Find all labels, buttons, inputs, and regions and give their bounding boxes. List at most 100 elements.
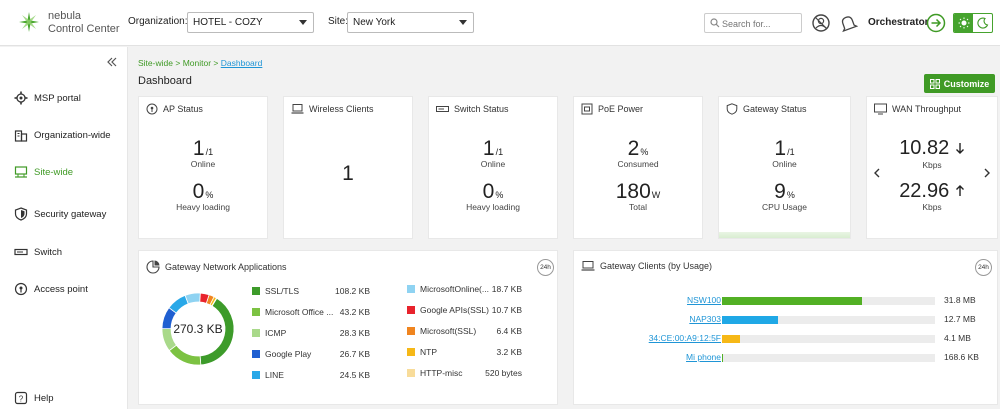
legend-item[interactable]: Google Play 26.7 KB: [252, 349, 400, 359]
nebula-logo-icon: [19, 12, 39, 32]
breadcrumb-dashboard[interactable]: Dashboard: [221, 58, 263, 68]
gateway-cpu: 9%: [719, 180, 850, 204]
breadcrumb-separator: >: [213, 58, 219, 68]
gateway-online-count: 1/1: [719, 137, 850, 161]
donut-segment[interactable]: [168, 344, 202, 366]
site-value: New York: [353, 17, 396, 28]
poe-consumed-value: 2: [627, 137, 640, 160]
help-link[interactable]: ? Help: [14, 391, 54, 405]
legend-item[interactable]: LINE 24.5 KB: [252, 370, 400, 380]
collapse-sidebar-icon[interactable]: [106, 56, 118, 68]
arrow-up-icon: [955, 185, 964, 196]
shield-icon: [726, 103, 738, 115]
sidebar-item-switch[interactable]: Switch: [14, 245, 62, 259]
customize-button[interactable]: Customize: [924, 74, 995, 93]
sidebar-item-security-gateway[interactable]: Security gateway: [14, 207, 106, 221]
legend-item[interactable]: NTP 3.2 KB: [407, 347, 551, 357]
arrow-down-icon: [955, 143, 964, 154]
client-usage-value: 12.7 MB: [944, 314, 976, 324]
timerange-badge[interactable]: 24h: [537, 259, 554, 276]
help-icon: ?: [14, 391, 28, 405]
sidebar-item-access-point[interactable]: Access point: [14, 282, 88, 296]
legend-item[interactable]: HTTP-misc 520 bytes: [407, 368, 551, 378]
legend-swatch: [252, 329, 260, 337]
sidebar-item-label: Switch: [34, 246, 62, 258]
wan-download: 10.82: [867, 137, 997, 160]
gateway-status-card[interactable]: Gateway Status 1/1 Online 9% CPU Usage: [718, 96, 851, 239]
sidebar-item-site-wide[interactable]: Site-wide: [14, 165, 73, 179]
gateway-cpu-unit: %: [786, 190, 795, 200]
legend-value: 24.5 KB: [339, 370, 370, 380]
legend-item[interactable]: Microsoft Office ... 43.2 KB: [252, 307, 400, 317]
wan-upload: 22.96: [867, 180, 997, 203]
breadcrumb-site-wide[interactable]: Site-wide: [138, 58, 173, 68]
ap-online-label: Online: [190, 159, 216, 169]
gateway-cpu-value: 9: [774, 180, 786, 203]
card-title-text: Gateway Clients (by Usage): [600, 261, 713, 271]
donut-segment[interactable]: [184, 292, 201, 305]
light-theme-option[interactable]: [954, 14, 973, 32]
switch-heavy-value: 0: [482, 180, 495, 203]
poe-power-card[interactable]: PoE Power 2% Consumed 180W Total: [573, 96, 703, 239]
ap-online-total: /1: [205, 147, 214, 157]
legend-item[interactable]: MicrosoftOnline(... 18.7 KB: [407, 284, 551, 294]
user-account-icon[interactable]: [811, 13, 831, 33]
sidebar-item-label: MSP portal: [34, 92, 81, 104]
organization-select[interactable]: HOTEL - COZY: [187, 12, 314, 33]
legend-value: 3.2 KB: [496, 347, 522, 357]
orchestrator-label[interactable]: Orchestrator: [868, 17, 929, 28]
client-link[interactable]: Mi phone: [686, 352, 721, 362]
chevron-down-icon: [299, 20, 307, 25]
usage-bar: [722, 297, 935, 305]
site-select[interactable]: New York: [347, 12, 474, 33]
timerange-badge[interactable]: 24h: [975, 259, 992, 276]
poe-consumed-unit: %: [640, 147, 649, 157]
search-input[interactable]: [722, 17, 798, 30]
dark-theme-option[interactable]: [973, 14, 992, 32]
client-row: 34:CE:00:A9:12:5F 4.1 MB: [574, 333, 999, 345]
sidebar-item-msp-portal[interactable]: MSP portal: [14, 91, 81, 105]
legend-value: 18.7 KB: [491, 284, 522, 294]
breadcrumb-monitor[interactable]: Monitor: [183, 58, 211, 68]
legend-item[interactable]: Google APIs(SSL) 10.7 KB: [407, 305, 551, 315]
legend-value: 6.4 KB: [496, 326, 522, 336]
search-box[interactable]: [704, 13, 802, 33]
legend-label: NTP: [420, 347, 437, 357]
usage-bar: [722, 335, 935, 343]
ap-online-count: 1/1: [139, 137, 267, 161]
legend-item[interactable]: Microsoft(SSL) 6.4 KB: [407, 326, 551, 336]
wireless-clients-card[interactable]: Wireless Clients 1: [283, 96, 413, 239]
organization-value: HOTEL - COZY: [193, 17, 263, 28]
gear-icon: [14, 91, 28, 105]
sidebar-item-label: Site-wide: [34, 166, 74, 178]
switch-status-card[interactable]: Switch Status 1/1 Online 0% Heavy loadin…: [428, 96, 558, 239]
client-link[interactable]: NAP303: [689, 314, 721, 324]
wan-upload-unit: Kbps: [922, 202, 942, 212]
switch-online-count: 1/1: [429, 137, 557, 161]
chevron-down-icon: [459, 20, 467, 25]
usage-bar-fill: [722, 297, 862, 305]
arrow-right-circle-icon[interactable]: [926, 13, 946, 33]
ap-status-card[interactable]: AP Status 1/1 Online 0% Heavy loading: [138, 96, 268, 239]
card-title: Gateway Clients (by Usage): [581, 260, 712, 272]
theme-toggle[interactable]: [953, 13, 993, 33]
client-link[interactable]: NSW100: [687, 295, 721, 305]
switch-icon: [14, 248, 28, 256]
wan-throughput-card[interactable]: WAN Throughput 10.82 Kbps 22.96 Kbps: [866, 96, 998, 239]
legend-value: 28.3 KB: [339, 328, 370, 338]
breadcrumb: Site-wide > Monitor > Dashboard: [138, 58, 262, 68]
wan-upload-value: 22.96: [899, 180, 950, 202]
poe-total-unit: W: [651, 190, 661, 200]
ap-heavy-value: 0: [192, 180, 205, 203]
legend-value: 520 bytes: [485, 368, 522, 378]
sidebar: MSP portal Organization-wide Site-wide S…: [0, 47, 128, 409]
legend-item[interactable]: SSL/TLS 108.2 KB: [252, 286, 400, 296]
switch-heavy-unit: %: [495, 190, 504, 200]
gateway-online-total: /1: [787, 147, 795, 157]
notification-bell-icon[interactable]: [838, 13, 858, 33]
legend-item[interactable]: ICMP 28.3 KB: [252, 328, 400, 338]
client-link[interactable]: 34:CE:00:A9:12:5F: [649, 333, 721, 343]
legend-swatch: [407, 285, 415, 293]
card-title-text: Switch Status: [454, 104, 509, 114]
sidebar-item-organization-wide[interactable]: Organization-wide: [14, 128, 111, 142]
